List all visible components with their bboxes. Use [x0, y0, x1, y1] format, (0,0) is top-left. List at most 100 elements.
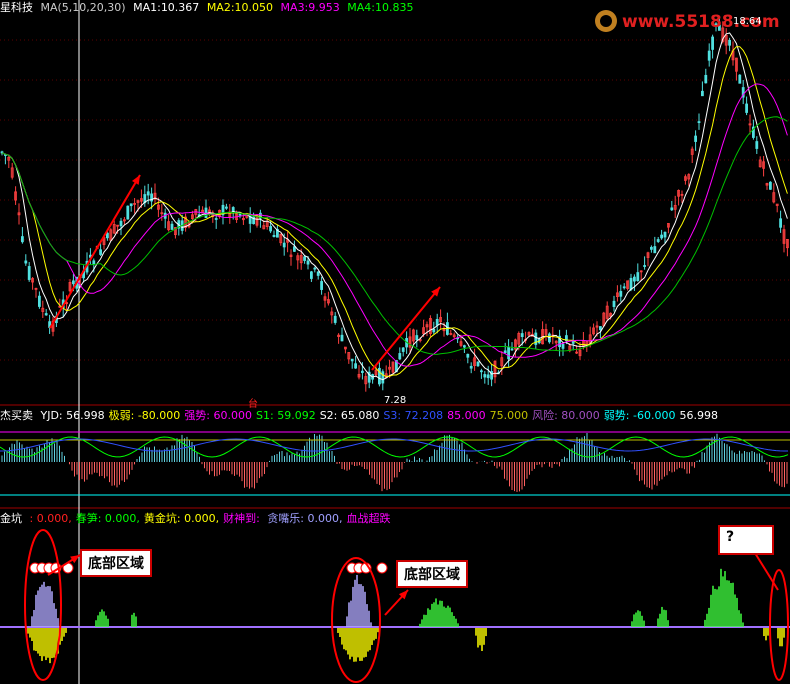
- ma2-value: 10.050: [234, 1, 274, 14]
- candle-body: [769, 181, 772, 190]
- candle-body: [224, 206, 228, 209]
- stock-chart: [0, 0, 790, 684]
- candle-body: [697, 121, 701, 124]
- candle-body: [44, 313, 48, 316]
- candle-body: [313, 267, 317, 270]
- candle-body: [272, 234, 276, 237]
- ma-params: MA(5,10,20,30): [40, 1, 126, 14]
- candle-body: [214, 218, 218, 220]
- candle-body: [126, 205, 130, 220]
- candle-body: [629, 277, 633, 290]
- ma1-value: 10.367: [160, 1, 200, 14]
- ma3-label: MA3:: [280, 1, 309, 14]
- main-header: 星科技 MA(5,10,20,30) MA1:10.367 MA2:10.050…: [0, 1, 418, 15]
- candle-body: [360, 370, 364, 373]
- candle-body: [381, 371, 385, 384]
- yjd-header-item: 强势: 60.000: [184, 409, 253, 422]
- candle-body: [779, 218, 782, 228]
- candle-body: [510, 348, 514, 351]
- candle-body: [643, 265, 646, 267]
- yjd-header-item: S3: 72.208: [383, 409, 444, 422]
- yjd-header-item: 弱势: -60.000: [603, 409, 676, 422]
- candle-body: [20, 236, 24, 243]
- candle-body: [707, 50, 711, 61]
- candle-body: [503, 350, 507, 354]
- yjd-indicator: [0, 431, 790, 496]
- yjd-header-item: S2: 65.080: [319, 409, 380, 422]
- trend-arrow: [49, 174, 141, 329]
- jinkeng-header-item: 春笋: 0.000,: [75, 512, 140, 525]
- candle-body: [728, 39, 731, 46]
- candles: [0, 18, 789, 392]
- candle-body: [106, 232, 109, 239]
- candle-body: [622, 286, 626, 289]
- candle-body: [599, 326, 602, 331]
- candle-body: [340, 334, 344, 342]
- candle-body: [316, 271, 320, 276]
- candle-body: [653, 246, 657, 254]
- yjd-header-item: 85.000: [447, 409, 486, 422]
- smiley-icon: [376, 562, 388, 574]
- date-mark: 台: [248, 399, 258, 410]
- high-price-label: 18.64: [733, 16, 762, 27]
- candle-body: [333, 315, 337, 323]
- ma4-value: 10.835: [375, 1, 414, 14]
- candle-body: [27, 266, 31, 280]
- ma2-label: MA2:: [206, 1, 235, 14]
- candle-body: [483, 374, 487, 378]
- ma10-line: [1, 46, 788, 377]
- ma3-value: 9.953: [308, 1, 340, 14]
- bottom-zone-callout-1: 底部区域: [80, 549, 152, 577]
- candle-body: [350, 358, 354, 362]
- yjd-header-item: 56.998: [679, 409, 718, 422]
- candle-body: [650, 246, 653, 250]
- ma1-label: MA1:: [133, 1, 161, 14]
- candle-body: [701, 90, 704, 97]
- candle-body: [479, 370, 483, 373]
- candle-body: [561, 343, 565, 349]
- candle-body: [24, 260, 28, 264]
- candle-body: [663, 231, 667, 238]
- candle-body: [612, 300, 616, 307]
- candle-body: [398, 353, 402, 360]
- candle-body: [711, 36, 714, 50]
- candle-body: [170, 223, 174, 230]
- candle-body: [72, 280, 75, 285]
- candle-body: [704, 74, 708, 84]
- candle-body: [660, 234, 663, 239]
- candle-body: [354, 363, 358, 369]
- candle-body: [619, 291, 623, 297]
- candle-body: [670, 207, 674, 211]
- candle-body: [755, 141, 759, 149]
- candle-body: [656, 239, 660, 242]
- candle-body: [38, 295, 41, 307]
- yjd-header-item: 极弱: -80.000: [108, 409, 181, 422]
- jinkeng-header-item: 贪嘴乐: 0.000,: [267, 512, 343, 525]
- ma5-line: [1, 32, 788, 381]
- yjd-header-item: 风险: 80.000: [532, 409, 600, 422]
- ma-lines: [1, 32, 788, 381]
- yjd-header-item: S1: 59.092: [256, 409, 316, 422]
- jinkeng-header: 金坑 : 0.000, 春笋: 0.000, 黄金坑: 0.000, 财神到: 贪嘴乐…: [0, 512, 395, 526]
- bottom-zone-ellipse: [331, 557, 381, 683]
- candle-body: [282, 242, 286, 248]
- jinkeng-header-item: : 0.000,: [29, 512, 72, 525]
- candle-body: [269, 226, 273, 232]
- candle-body: [119, 220, 123, 227]
- candle-body: [507, 346, 511, 360]
- candle-body: [486, 374, 490, 379]
- candle-body: [99, 249, 102, 255]
- candle-body: [469, 365, 473, 369]
- low-price-label: 7.28: [384, 395, 407, 406]
- candle-body: [320, 281, 324, 290]
- candle-body: [738, 74, 742, 84]
- candle-body: [435, 318, 439, 326]
- jinkeng-header-item: 黄金坑: 0.000,: [143, 512, 220, 525]
- candle-body: [292, 246, 296, 252]
- candle-body: [238, 213, 242, 216]
- bottom-zone-callout-2: 底部区域: [396, 560, 468, 588]
- jinkeng-header-item: 血战超跌: [346, 512, 391, 525]
- candle-body: [694, 135, 697, 142]
- question-callout: ?: [718, 525, 774, 555]
- annotations: [24, 174, 789, 683]
